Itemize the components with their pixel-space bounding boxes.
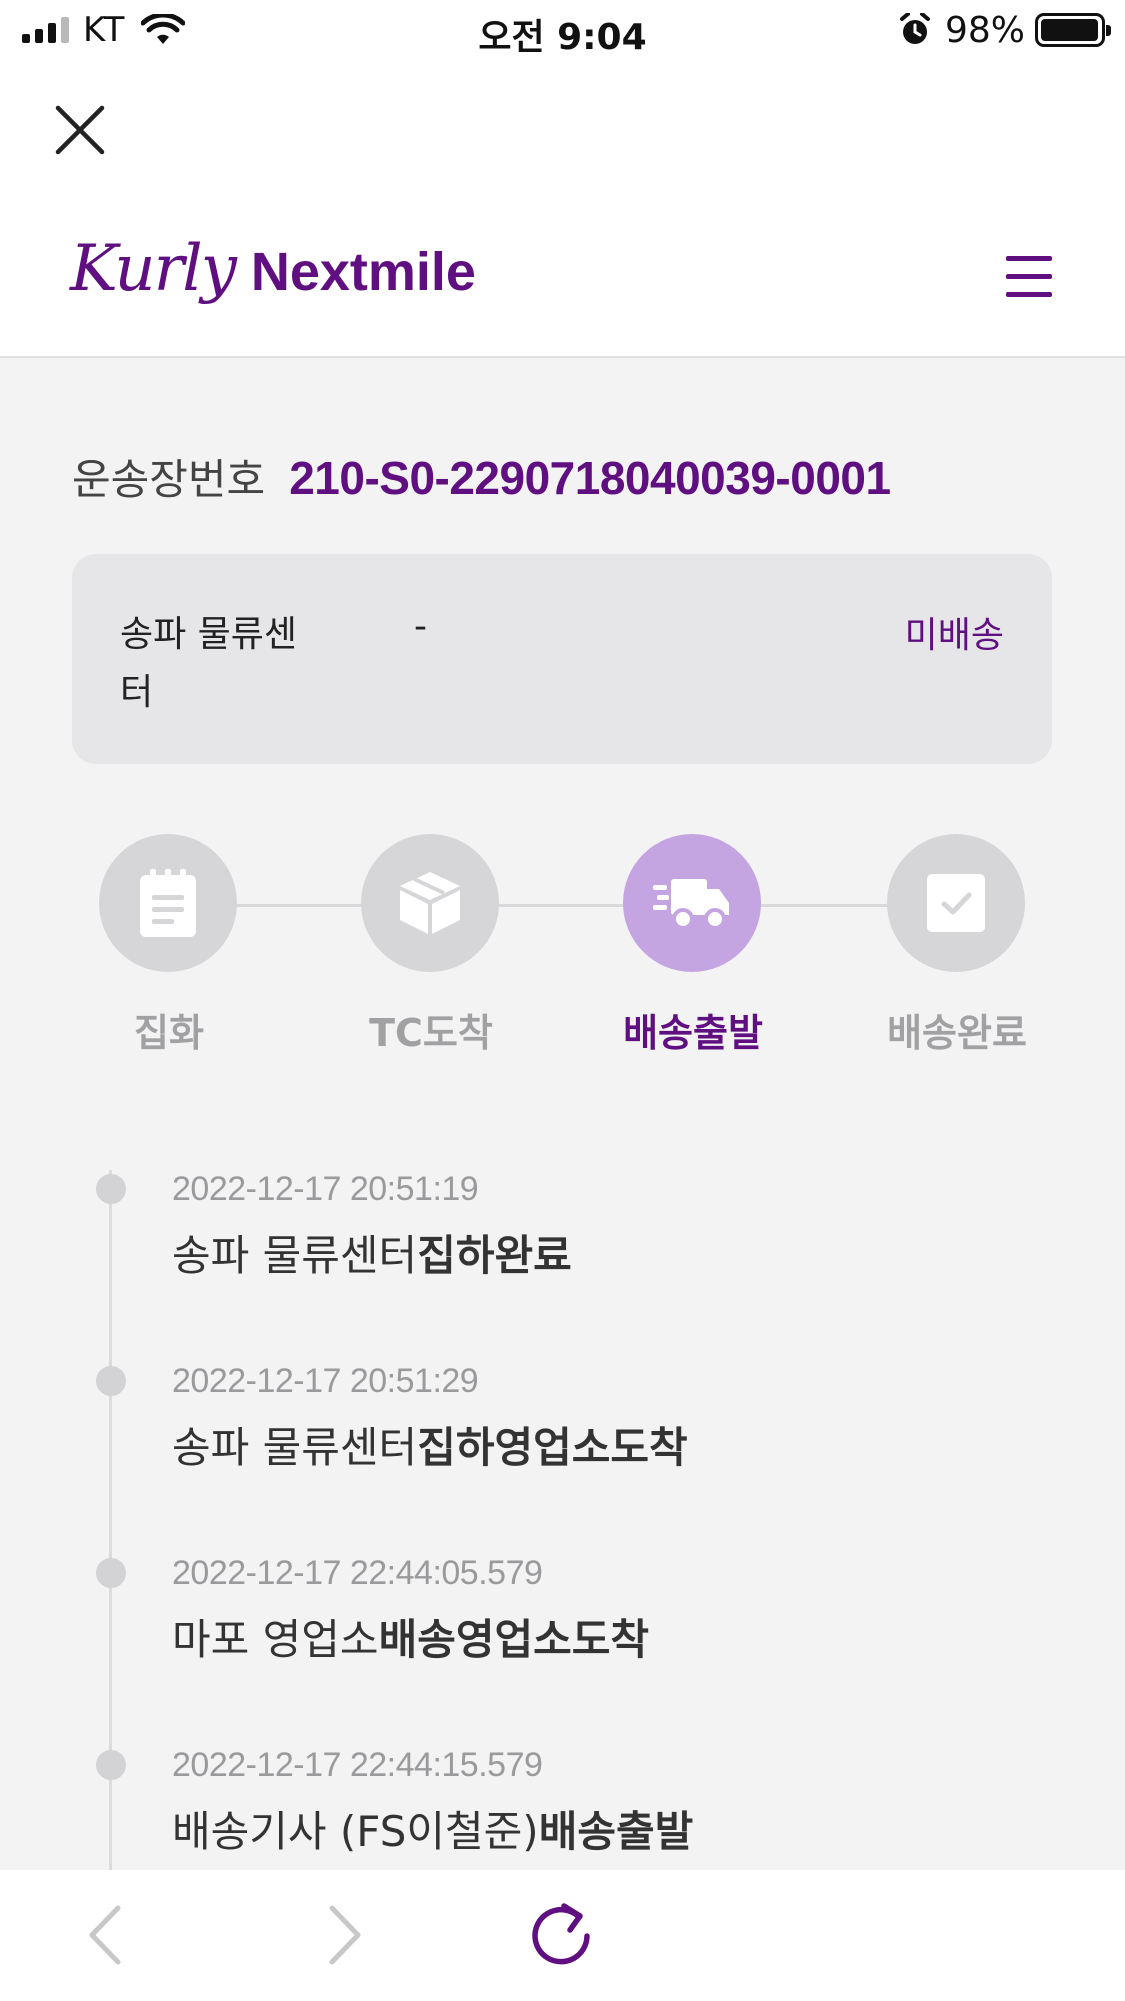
timeline-event: 집하영업소도착 bbox=[417, 1423, 688, 1472]
stepper-line bbox=[168, 904, 958, 907]
header: Kurly Nextmile bbox=[0, 64, 1125, 358]
timeline-text: 송파 물류센터집하완료 bbox=[172, 1222, 572, 1283]
step-circle bbox=[361, 834, 499, 972]
bottom-toolbar bbox=[0, 1870, 1125, 2001]
timeline-time: 2022-12-17 22:44:05.579 bbox=[172, 1554, 543, 1592]
step-out-for-delivery: 배송출발 bbox=[623, 834, 763, 1055]
kurly-nextmile-logo: Kurly Nextmile bbox=[70, 232, 476, 306]
logo-script: Kurly bbox=[70, 232, 237, 306]
timeline-text: 송파 물류센터집하영업소도착 bbox=[172, 1414, 688, 1475]
step-tc-arrival: TC도착 bbox=[361, 834, 501, 1055]
step-delivered: 배송완료 bbox=[887, 834, 1027, 1055]
timeline-place: 송파 물류센터 bbox=[172, 1423, 418, 1472]
timeline-event: 집하완료 bbox=[417, 1231, 572, 1280]
status-bar: KT 오전 9:04 98% bbox=[0, 0, 1125, 64]
alarm-icon bbox=[899, 13, 930, 44]
timeline-item: 2022-12-17 20:51:19 송파 물류센터집하완료 bbox=[0, 1158, 1125, 1338]
tracking-timeline: 2022-12-17 20:51:19 송파 물류센터집하완료 2022-12-… bbox=[0, 1140, 1125, 1890]
step-label: 배송출발 bbox=[623, 1011, 763, 1055]
truck-icon bbox=[653, 879, 729, 930]
progress-stepper: 집화 TC도착 배송출발 배송완료 bbox=[0, 834, 1125, 1055]
tracking-number: 210-S0-2290718040039-0001 bbox=[289, 452, 891, 504]
timeline-item: 2022-12-17 22:44:05.579 마포 영업소배송영업소도착 bbox=[0, 1542, 1125, 1722]
timeline-dot bbox=[96, 1366, 126, 1396]
timeline-time: 2022-12-17 20:51:19 bbox=[172, 1170, 479, 1208]
box-icon bbox=[400, 872, 460, 934]
timeline-time: 2022-12-17 20:51:29 bbox=[172, 1362, 479, 1400]
timeline-time: 2022-12-17 22:44:15.579 bbox=[172, 1746, 543, 1784]
timeline-text: 배송기사 (FS이철준)배송출발 bbox=[172, 1798, 693, 1859]
step-circle bbox=[99, 834, 237, 972]
step-circle bbox=[623, 834, 761, 972]
center-name: 송파 물류센터 bbox=[120, 614, 298, 713]
step-circle bbox=[887, 834, 1025, 972]
timeline-dot bbox=[96, 1174, 126, 1204]
info-value: - bbox=[414, 606, 427, 647]
forward-arrow-icon[interactable] bbox=[306, 1900, 376, 1970]
step-pickup: 집화 bbox=[99, 834, 239, 1055]
tracking-number-row: 운송장번호 210-S0-2290718040039-0001 bbox=[72, 446, 891, 507]
timeline-event: 배송영업소도착 bbox=[378, 1615, 650, 1664]
timeline-item: 2022-12-17 20:51:29 송파 물류센터집하영업소도착 bbox=[0, 1350, 1125, 1530]
timeline-place: 마포 영업소 bbox=[172, 1615, 379, 1664]
timeline-dot bbox=[96, 1750, 126, 1780]
status-right: 98% bbox=[899, 9, 1111, 51]
hamburger-menu-icon[interactable] bbox=[1006, 256, 1052, 300]
clipboard-icon bbox=[140, 869, 196, 937]
timeline-place: 송파 물류센터 bbox=[172, 1231, 418, 1280]
step-label: 집화 bbox=[134, 1011, 204, 1055]
timeline-event: 배송출발 bbox=[538, 1807, 694, 1856]
step-label: 배송완료 bbox=[887, 1011, 1027, 1055]
timeline-text: 마포 영업소배송영업소도착 bbox=[172, 1606, 649, 1667]
back-arrow-icon[interactable] bbox=[74, 1900, 144, 1970]
battery-icon bbox=[1035, 13, 1111, 47]
step-label: TC도착 bbox=[369, 1011, 493, 1055]
logo-word: Nextmile bbox=[250, 242, 476, 302]
battery-fill bbox=[1041, 19, 1098, 41]
check-icon bbox=[927, 874, 985, 932]
battery-percent: 98% bbox=[944, 9, 1025, 51]
delivery-info-card: 송파 물류센터 - 미배송 bbox=[72, 554, 1052, 764]
close-icon[interactable] bbox=[52, 102, 108, 158]
delivery-status: 미배송 bbox=[904, 615, 1004, 656]
refresh-icon[interactable] bbox=[526, 1900, 596, 1970]
timeline-dot bbox=[96, 1558, 126, 1588]
tracking-label: 운송장번호 bbox=[72, 455, 266, 504]
timeline-place: 배송기사 (FS이철준) bbox=[172, 1807, 539, 1856]
